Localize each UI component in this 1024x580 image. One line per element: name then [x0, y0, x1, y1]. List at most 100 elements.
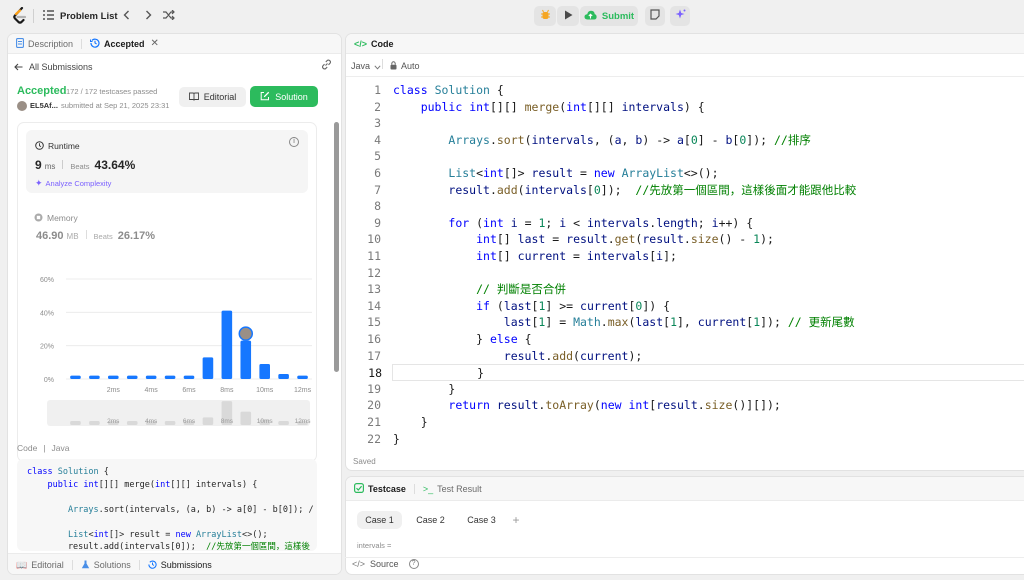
bar[interactable] — [145, 375, 157, 379]
bar[interactable] — [126, 375, 138, 379]
checkbox-icon — [354, 482, 365, 495]
bar[interactable] — [278, 374, 289, 379]
tab-submissions[interactable]: Submissions — [140, 554, 220, 574]
solution-button[interactable]: Solution — [250, 86, 318, 107]
code-text: if (last[1] >= current[0]) { — [476, 298, 671, 313]
bar[interactable] — [259, 364, 270, 379]
memory-label: Memory — [47, 213, 78, 223]
tab-description[interactable]: Description — [8, 34, 81, 54]
line-number: 16 — [367, 332, 381, 346]
case-2-tab[interactable]: Case 2 — [408, 511, 453, 529]
terminal-icon: >_ — [422, 483, 434, 494]
code-text: } — [393, 415, 428, 429]
random-problem-button[interactable] — [159, 6, 179, 26]
close-icon[interactable]: ✕ — [151, 38, 159, 49]
submit-button[interactable]: Submit — [580, 6, 638, 26]
tab-solutions[interactable]: Solutions — [73, 554, 139, 574]
mode-auto[interactable]: Auto — [390, 59, 420, 73]
tab-test-result-label: Test Result — [437, 483, 482, 494]
code-preview: class Solution { public int[][] merge(in… — [17, 459, 317, 551]
runtime-distribution-chart[interactable]: 0% 20% 40% 60% 2ms 2ms 4ms 4ms 6ms 6ms 8ms 8ms 10ms 1… — [18, 263, 318, 463]
my-submission-marker[interactable] — [238, 326, 254, 341]
add-case-button[interactable]: + — [508, 511, 524, 529]
editorial-button[interactable]: Editorial — [179, 87, 246, 107]
bar[interactable] — [202, 357, 214, 379]
source-toggle[interactable]: </> Source ? — [352, 559, 419, 569]
next-problem-button[interactable] — [138, 6, 158, 26]
debug-button[interactable] — [534, 6, 556, 26]
code-line[interactable]: 18 } — [368, 364, 1024, 382]
memory-beats: 26.17% — [117, 230, 156, 242]
lang-label: Java — [51, 443, 70, 453]
document-icon — [16, 37, 24, 50]
bar[interactable] — [70, 375, 81, 379]
runtime-header: Runtime — [35, 139, 80, 153]
divider — [382, 59, 383, 69]
editorial-label: Editorial — [203, 92, 237, 102]
mini-bar — [202, 417, 214, 425]
y-tick-label: 60% — [40, 277, 54, 284]
run-button[interactable] — [557, 6, 579, 26]
tab-testcase[interactable]: Testcase — [346, 477, 414, 501]
tab-editorial[interactable]: 📖 Editorial — [8, 554, 72, 574]
line-number: 8 — [374, 199, 381, 214]
x-tick-label: 8ms — [220, 387, 234, 394]
memory-header[interactable]: Memory — [34, 211, 78, 225]
divider — [85, 230, 87, 239]
testcase-tabs: Testcase >_ Test Result — [346, 477, 1024, 501]
case-3-tab[interactable]: Case 3 — [459, 511, 504, 529]
chevron-right-icon — [145, 9, 152, 23]
tab-code[interactable]: </> Code — [346, 34, 402, 54]
analyze-label: Analyze Complexity — [45, 179, 112, 188]
link-icon[interactable] — [321, 59, 332, 73]
help-icon[interactable]: ? — [408, 559, 419, 569]
line-number: 11 — [367, 249, 381, 263]
avatar[interactable] — [17, 101, 27, 111]
case-1-tab[interactable]: Case 1 — [357, 511, 402, 529]
code-text: } else { — [393, 332, 532, 346]
mini-x-tick-label: 4ms — [145, 418, 158, 425]
ai-assist-button[interactable] — [670, 6, 690, 26]
mini-x-tick-label: 8ms — [221, 418, 234, 425]
play-icon — [564, 9, 573, 23]
runtime-unit: ms — [44, 162, 56, 171]
line-number: 19 — [367, 381, 381, 396]
username[interactable]: EL5Af... — [30, 101, 58, 110]
line-number: 12 — [367, 265, 381, 280]
code-text: Arrays.sort(intervals, (a, b) -> a[0] - … — [448, 132, 811, 147]
submitted-time: submitted at Sep 21, 2025 23:31 — [61, 101, 170, 110]
bar[interactable] — [89, 375, 100, 379]
prev-problem-button[interactable] — [116, 6, 136, 26]
tab-test-result[interactable]: >_ Test Result — [415, 477, 490, 501]
clock-icon — [35, 139, 44, 153]
code-text: int[] current = intervals[i]; — [476, 249, 677, 263]
bar[interactable] — [164, 375, 176, 379]
code-preview-text: class Solution { public int[][] merge(in… — [27, 467, 314, 551]
problem-list-link[interactable]: Problem List — [43, 0, 118, 32]
info-icon[interactable]: i — [289, 137, 299, 147]
bar[interactable] — [108, 375, 119, 379]
chart-svg: 0% 20% 40% 60% 2ms 2ms 4ms 4ms 6ms 6ms 8ms 8ms 10ms 1… — [40, 277, 312, 426]
scrollbar-thumb[interactable] — [334, 122, 339, 372]
line-number: 5 — [374, 149, 381, 164]
bar[interactable] — [240, 340, 252, 379]
code-text: for (int i = 1; i < intervals.length; i+… — [448, 215, 754, 230]
runtime-section[interactable]: Runtime i 9 ms Beats 43.64% ✦ Analyze Co… — [26, 130, 308, 193]
analyze-complexity-link[interactable]: ✦ Analyze Complexity — [35, 178, 111, 189]
leetcode-logo[interactable] — [12, 0, 28, 32]
line-number: 1 — [374, 83, 381, 97]
notes-button[interactable] — [645, 6, 665, 26]
left-panel: Description Accepted ✕ All Submissions A… — [7, 33, 342, 575]
mini-bar — [126, 421, 138, 425]
tab-accepted[interactable]: Accepted ✕ — [82, 34, 167, 54]
bar[interactable] — [297, 375, 308, 379]
back-to-submissions[interactable]: All Submissions — [14, 60, 93, 74]
line-number: 20 — [367, 398, 381, 413]
bar[interactable] — [221, 310, 233, 379]
divider — [62, 160, 64, 169]
y-tick-label: 20% — [40, 344, 54, 351]
language-select[interactable]: Java — [351, 59, 381, 73]
history-icon — [89, 38, 100, 50]
bar[interactable] — [183, 375, 195, 379]
source-label: Source — [370, 559, 399, 569]
